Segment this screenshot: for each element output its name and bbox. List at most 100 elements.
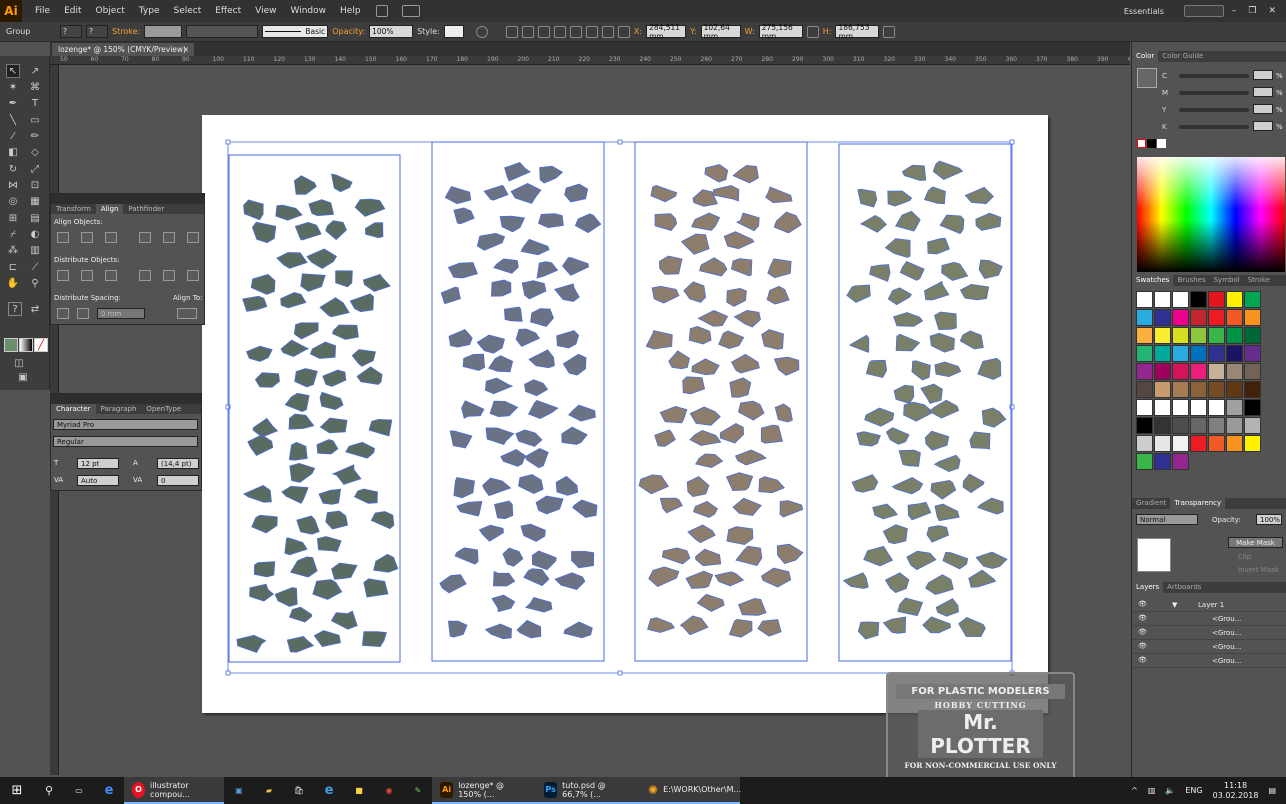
vertical-distribute-space-icon[interactable] xyxy=(57,308,69,319)
lozenge-shape[interactable] xyxy=(335,270,353,288)
expand-triangle-icon[interactable]: ▼ xyxy=(1172,601,1177,609)
vertical-distribute-top-icon[interactable] xyxy=(57,270,69,281)
lozenge-shape[interactable] xyxy=(645,330,673,350)
swatch[interactable] xyxy=(1136,345,1153,362)
menu-view[interactable]: View xyxy=(248,6,283,16)
selection-handle[interactable] xyxy=(225,670,231,676)
color-mode-icon[interactable] xyxy=(4,338,18,352)
swatch[interactable] xyxy=(1172,417,1189,434)
lozenge-shape[interactable] xyxy=(520,523,546,542)
lozenge-shape[interactable] xyxy=(723,231,755,250)
lozenge-shape[interactable] xyxy=(767,258,792,279)
lozenge-shape[interactable] xyxy=(929,332,955,353)
rectangle-tool-icon[interactable]: ▭ xyxy=(28,113,42,127)
lozenge-shape[interactable] xyxy=(725,472,754,492)
lozenge-shape[interactable] xyxy=(920,383,943,404)
lozenge-shape[interactable] xyxy=(773,356,800,376)
lozenge-shape[interactable] xyxy=(349,293,375,313)
lozenge-shape[interactable] xyxy=(864,407,895,427)
swatch[interactable] xyxy=(1136,291,1153,308)
swatch[interactable] xyxy=(1208,345,1225,362)
lozenge-shape[interactable] xyxy=(574,213,602,234)
visibility-eye-icon[interactable]: 👁 xyxy=(1138,656,1147,664)
lozenge-shape[interactable] xyxy=(563,621,593,639)
horizontal-ruler[interactable]: 50 60 70 80 90 100 110 120 130 140 150 160 170 180 190… xyxy=(50,56,1130,65)
fill-stroke-swap-icon[interactable]: ⇄ xyxy=(28,302,42,316)
tab-symbols[interactable]: Symbol xyxy=(1210,275,1244,286)
lozenge-shape[interactable] xyxy=(489,400,519,418)
notifications-icon[interactable]: ▤ xyxy=(1268,786,1276,795)
lozenge-shape[interactable] xyxy=(564,183,589,203)
lozenge-shape[interactable] xyxy=(925,574,954,596)
transform-grid-icon[interactable] xyxy=(617,25,630,38)
horizontal-align-right-icon[interactable] xyxy=(105,232,117,243)
swatch[interactable] xyxy=(1190,309,1207,326)
lozenge-shape[interactable] xyxy=(933,454,961,473)
lozenge-shape[interactable] xyxy=(500,449,526,467)
lozenge-shape[interactable] xyxy=(536,261,559,279)
lozenge-shape[interactable] xyxy=(939,214,965,235)
k-field[interactable] xyxy=(1253,121,1273,131)
lozenge-shape[interactable] xyxy=(294,368,318,388)
font-style-select[interactable]: Regular xyxy=(53,436,198,447)
lozenge-shape[interactable] xyxy=(686,476,710,498)
lozenge-shape[interactable] xyxy=(284,392,310,413)
lozenge-shape[interactable] xyxy=(696,593,725,612)
lozenge-shape[interactable] xyxy=(962,473,985,494)
lozenge-shape[interactable] xyxy=(730,353,760,374)
swatch[interactable] xyxy=(1136,453,1153,470)
rotate-tool-icon[interactable]: ↻ xyxy=(6,162,20,176)
lozenge-shape[interactable] xyxy=(859,214,887,233)
lozenge-shape[interactable] xyxy=(447,262,478,279)
align-right-icon[interactable] xyxy=(537,25,550,38)
lozenge-shape[interactable] xyxy=(679,615,709,636)
lozenge-shape[interactable] xyxy=(332,324,359,340)
font-size-field[interactable]: 12 pt xyxy=(77,458,119,469)
lozenge-shape[interactable] xyxy=(903,401,934,422)
close-icon[interactable]: ✕ xyxy=(1268,6,1276,16)
lozenge-shape[interactable] xyxy=(288,441,308,461)
lozenge-shape[interactable] xyxy=(726,287,747,307)
pen-tool-icon[interactable]: ✒ xyxy=(6,96,20,110)
swatch[interactable] xyxy=(1208,381,1225,398)
selection-bounding-box[interactable] xyxy=(227,141,1013,674)
lozenge-shape[interactable] xyxy=(524,448,549,469)
lozenge-shape[interactable] xyxy=(849,334,870,353)
panel-grip[interactable] xyxy=(51,394,201,404)
gradient-mode-icon[interactable] xyxy=(19,338,33,352)
w-label[interactable]: W: xyxy=(745,27,755,36)
horizontal-distribute-right-icon[interactable] xyxy=(187,270,199,281)
stroke-swatch[interactable]: ? xyxy=(86,25,108,38)
swatch[interactable] xyxy=(1190,435,1207,452)
lozenge-shape[interactable] xyxy=(528,400,559,420)
network-icon[interactable]: ▥ xyxy=(1148,786,1156,795)
lozenge-shape[interactable] xyxy=(293,322,319,340)
swatch[interactable] xyxy=(1226,363,1243,380)
lozenge-shape[interactable] xyxy=(685,570,714,589)
store-icon[interactable]: 🛍 xyxy=(284,777,314,804)
slice-tool-icon[interactable]: ⟋ xyxy=(28,260,42,274)
lozenge-shape[interactable] xyxy=(733,309,761,328)
lozenge-shape[interactable] xyxy=(351,349,376,367)
control-panel-menu-icon[interactable] xyxy=(883,25,896,38)
restore-icon[interactable]: ❐ xyxy=(1248,6,1256,16)
lozenge-shape[interactable] xyxy=(322,369,347,387)
m-slider[interactable] xyxy=(1179,91,1249,95)
swatch[interactable] xyxy=(1136,417,1153,434)
swatch[interactable] xyxy=(1136,381,1153,398)
search-icon[interactable]: ⚲ xyxy=(34,777,64,804)
lozenge-shape[interactable] xyxy=(774,403,793,423)
lozenge-shape[interactable] xyxy=(898,449,921,467)
edge-icon[interactable]: e xyxy=(94,777,124,804)
swatch[interactable] xyxy=(1208,291,1225,308)
swatch[interactable] xyxy=(1136,363,1153,380)
y-slider[interactable] xyxy=(1179,108,1249,112)
lozenge-shape[interactable] xyxy=(732,164,759,184)
tab-paragraph[interactable]: Paragraph xyxy=(96,404,142,414)
lozenge-shape[interactable] xyxy=(942,551,969,570)
lozenge-shape[interactable] xyxy=(776,543,804,565)
lozenge-shape[interactable] xyxy=(773,211,802,234)
swatch[interactable] xyxy=(1154,453,1171,470)
swatch[interactable] xyxy=(1172,453,1189,470)
lozenge-shape[interactable] xyxy=(901,164,927,181)
